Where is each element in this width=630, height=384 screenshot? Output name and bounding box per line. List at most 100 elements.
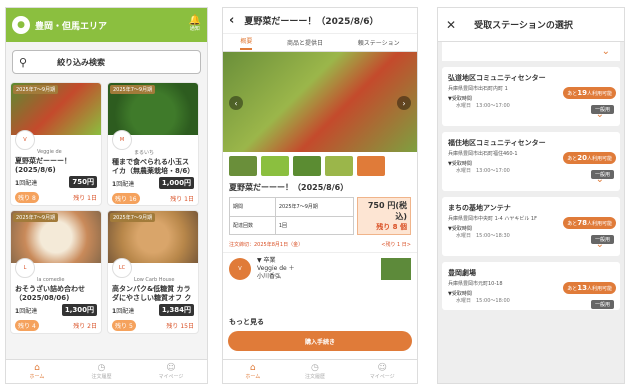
tab-history[interactable]: ◷ 注文履歴 — [91, 363, 111, 380]
stock-pill: 残り 16 — [112, 193, 140, 204]
home-screen: ● 豊岡・但馬エリア 🔔 通知 ⚲ 絞り込み検索 2025年7〜9月期 V Veg… — [5, 7, 208, 384]
station-address: 兵庫県豊岡市出石町福住460-1 — [448, 151, 518, 157]
price-badge: 1,000円 — [158, 177, 194, 189]
app-header: ● 豊岡・但馬エリア 🔔 通知 — [6, 8, 207, 42]
home-icon: ⌂ — [249, 363, 256, 373]
product-image: 2025年7〜9月期 — [108, 83, 198, 135]
days-remaining: 残り 2日 — [73, 323, 97, 330]
back-icon[interactable]: ‹ — [229, 13, 234, 28]
prev-arrow-icon[interactable]: ‹ — [229, 96, 243, 110]
shop-logo: LC — [112, 258, 132, 278]
detail-header: ‹ 夏野菜だーーー！（2025/8/6） — [223, 8, 417, 34]
user-icon: ☺ — [377, 363, 387, 373]
tab-mypage[interactable]: ☺ マイページ — [370, 363, 395, 380]
general-badge: 一般用 — [590, 235, 614, 244]
shop-logo: V — [229, 258, 251, 280]
period-badge: 2025年7〜9月期 — [110, 85, 156, 94]
product-hero-image: ‹ › — [223, 52, 417, 152]
general-badge: 一般用 — [590, 105, 614, 114]
shop-row[interactable]: V ▼ 卒業 Veggie de ＋小川香弘 — [223, 253, 417, 285]
chevron-down-icon[interactable]: ⌄ — [448, 174, 614, 185]
card-title: 高タンパク&低糖質 カラダにやさしい糖質オフ クッ… — [112, 285, 192, 302]
chevron-down-icon[interactable]: ⌄ — [448, 109, 614, 120]
shop-logo: L — [15, 258, 35, 278]
chevron-down-icon[interactable]: ⌄ — [442, 42, 620, 61]
station-card[interactable]: 福住地区コミュニティセンター 兵庫県豊岡市出石町福住460-1 ▼受取時間 水曜… — [442, 132, 620, 191]
product-card[interactable]: 2025年7〜9月期 L la comedie おそうざい詰め合わせ（2025/… — [10, 210, 102, 334]
stock-remaining: 残り 8 個 — [376, 223, 407, 231]
general-badge: 一般用 — [590, 300, 614, 309]
tab-home[interactable]: ⌂ ホーム — [245, 363, 260, 380]
station-name: 弘道地区コミュニティセンター — [448, 74, 546, 82]
stock-pill: 残り 8 — [15, 192, 39, 203]
shop-name: まるいち — [134, 150, 155, 156]
clock-icon: ◷ — [97, 363, 106, 373]
station-header: ✕ 受取ステーションの選択 — [438, 8, 624, 42]
shop-thumbnail — [381, 258, 411, 280]
price-box: 750 円(税込) 残り 8 個 — [357, 197, 411, 235]
bell-icon[interactable]: 🔔 通知 — [189, 16, 201, 33]
chevron-down-icon[interactable]: ⌄ — [448, 239, 614, 250]
price-badge: 1,300円 — [61, 304, 97, 316]
thumbnail[interactable] — [261, 156, 289, 176]
days-remaining: 残り 1日 — [170, 196, 194, 203]
purchase-button[interactable]: 購入手続き — [228, 331, 412, 351]
tab-station[interactable]: 頼ステーション — [358, 38, 400, 47]
detail-tabs: 概要 商品と提供日 頼ステーション — [223, 34, 417, 52]
days-remaining: 残り 15日 — [166, 323, 194, 330]
bottom-tab-bar: ⌂ ホーム ◷ 注文履歴 ☺ マイページ — [223, 359, 417, 383]
filter-icon: ⚲ — [19, 55, 28, 69]
stock-pill: 残り 4 — [15, 320, 39, 331]
availability-badge: あと19人利用可能 — [563, 87, 616, 99]
tab-home[interactable]: ⌂ ホーム — [30, 363, 45, 380]
delivery-count: 1回配達 — [112, 307, 135, 315]
page-title: 受取ステーションの選択 — [474, 21, 573, 31]
thumbnail[interactable] — [229, 156, 257, 176]
area-title[interactable]: 豊岡・但馬エリア — [35, 19, 189, 32]
general-badge: 一般用 — [590, 170, 614, 179]
tab-overview[interactable]: 概要 — [240, 36, 253, 50]
receive-time: 水曜日 13:00〜17:00 — [456, 168, 510, 174]
info-table: 期間 2025年7〜9月期 配達回数 1回 — [229, 197, 355, 235]
app-logo: ● — [12, 16, 30, 34]
tab-history[interactable]: ◷ 注文履歴 — [305, 363, 325, 380]
product-card[interactable]: 2025年7〜9月期 V Veggie de 夏野菜だーーー！(2025/8/6… — [10, 82, 102, 206]
availability-badge: あと13人利用可能 — [563, 282, 616, 294]
thumbnail-strip — [223, 152, 417, 180]
availability-badge: あと78人利用可能 — [563, 217, 616, 229]
shop-person: 小川香弘 — [257, 273, 282, 280]
page-title: 夏野菜だーーー！（2025/8/6） — [244, 17, 379, 27]
delivery-count: 1回配達 — [15, 179, 38, 187]
more-link[interactable]: もっと見る — [229, 317, 264, 327]
card-title: おそうざい詰め合わせ（2025/08/06) — [15, 285, 85, 302]
shop-name: Veggie de ＋ — [257, 265, 295, 272]
station-card[interactable]: まちの基地アンテナ 兵庫県豊岡市中央町 1-4 ハヤキビル 1F ▼受取時間 水… — [442, 197, 620, 256]
tab-products[interactable]: 商品と提供日 — [287, 38, 323, 47]
notif-label: 通知 — [189, 26, 200, 32]
station-name: 福住地区コミュニティセンター — [448, 139, 546, 147]
next-arrow-icon[interactable]: › — [397, 96, 411, 110]
thumbnail[interactable] — [357, 156, 385, 176]
price-value: 750 円(税込) — [367, 201, 407, 221]
product-image: 2025年7〜9月期 — [11, 211, 101, 263]
shop-logo: V — [15, 130, 35, 150]
product-detail-screen: ‹ 夏野菜だーーー！（2025/8/6） 概要 商品と提供日 頼ステーション ‹… — [222, 7, 418, 384]
filter-button[interactable]: ⚲ 絞り込み検索 — [12, 50, 201, 74]
availability-badge: あと20人利用可能 — [563, 152, 616, 164]
clock-icon: ◷ — [311, 363, 319, 373]
thumbnail[interactable] — [293, 156, 321, 176]
shop-logo: M — [112, 130, 132, 150]
card-title: 種まで食べられる小玉スイカ（無農薬栽培・8/6） — [112, 158, 195, 175]
thumbnail[interactable] — [325, 156, 353, 176]
price-badge: 1,384円 — [158, 304, 194, 316]
tab-mypage[interactable]: ☺ マイページ — [159, 363, 184, 380]
home-icon: ⌂ — [34, 363, 40, 373]
product-card[interactable]: 2025年7〜9月期 M まるいち 種まで食べられる小玉スイカ（無農薬栽培・8/… — [107, 82, 199, 206]
deadline-text: 注文締切：2025年8月1日（金） — [229, 242, 304, 248]
station-card[interactable]: 弘道地区コミュニティセンター 兵庫県豊岡市出石町内町 1 ▼受取時間 水曜日 1… — [442, 67, 620, 126]
product-card[interactable]: 2025年7〜9月期 LC Low Carb House 高タンパク&低糖質 カ… — [107, 210, 199, 334]
close-icon[interactable]: ✕ — [446, 18, 456, 32]
days-left: <残り 1 日> — [381, 242, 411, 248]
bottom-tab-bar: ⌂ ホーム ◷ 注文履歴 ☺ マイページ — [6, 359, 207, 383]
station-card[interactable]: 豊岡劇場 兵庫県豊岡市元町10-18 ▼受取時間 水曜日 15:00〜18:00… — [442, 262, 620, 310]
